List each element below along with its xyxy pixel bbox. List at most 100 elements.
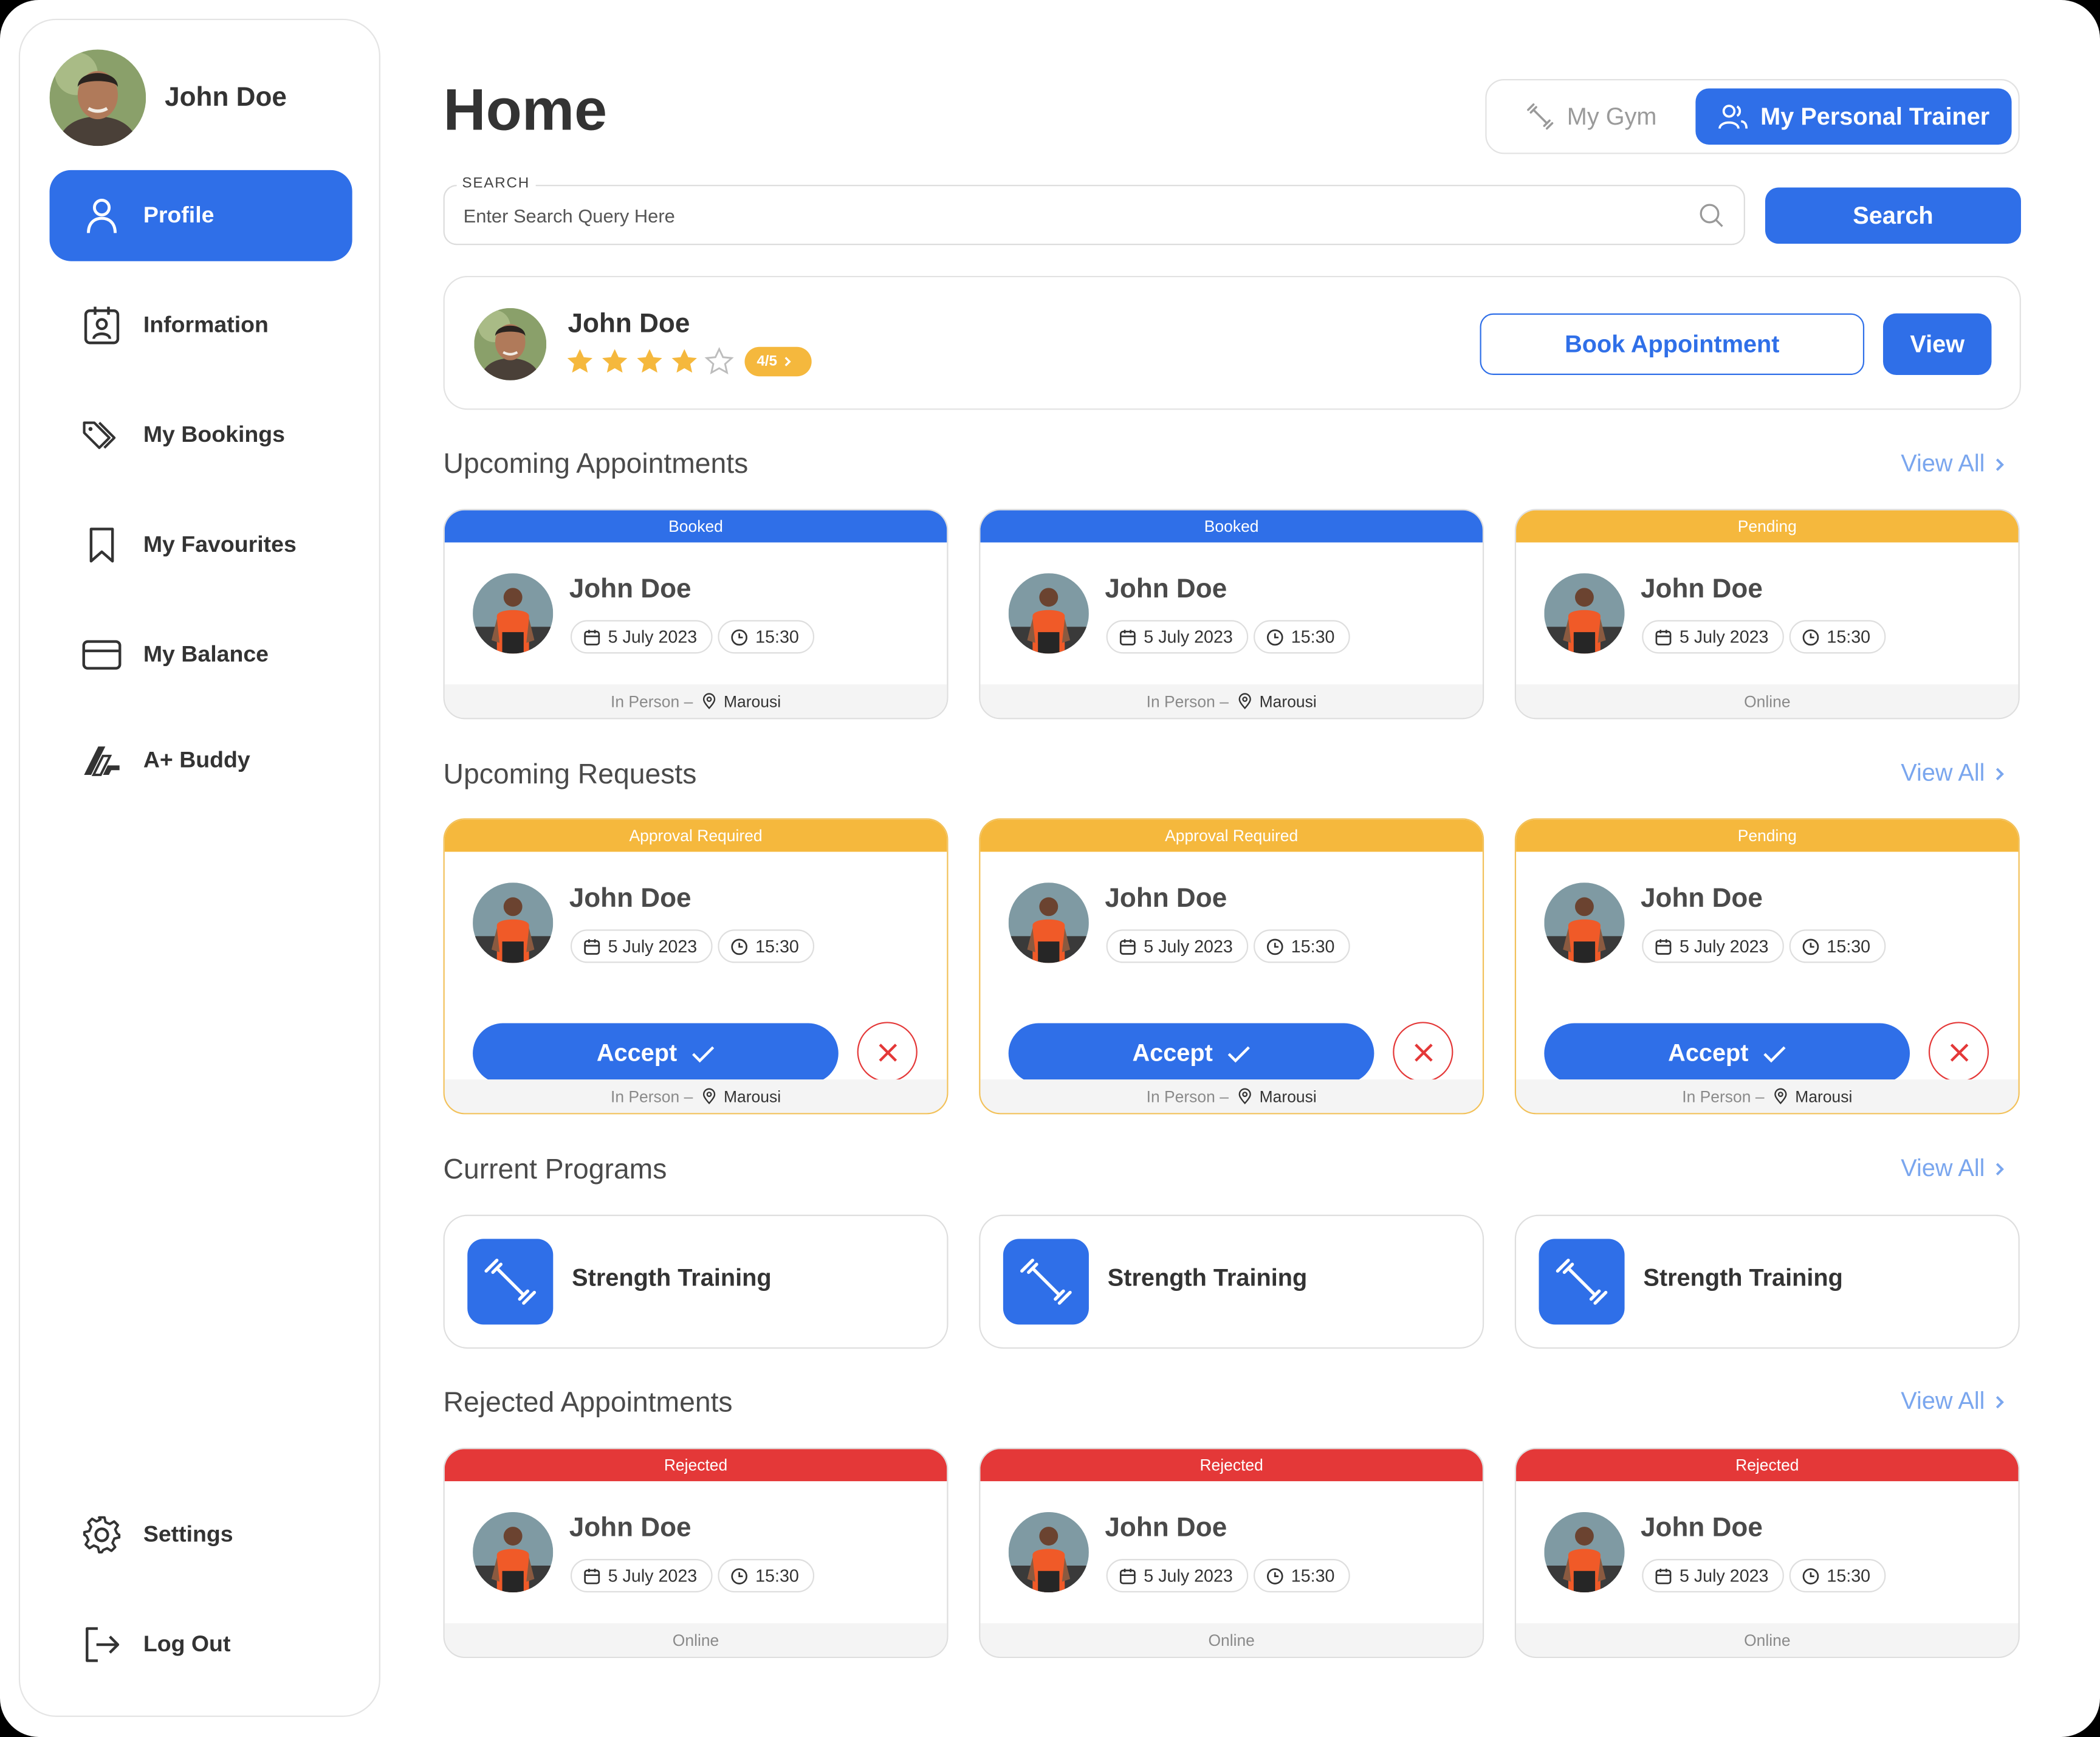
calendar-icon [1654, 937, 1673, 955]
status-badge: Pending [1516, 510, 2019, 543]
calendar-icon [1654, 627, 1673, 646]
user-icon [81, 196, 122, 236]
separator: – [684, 1087, 693, 1106]
location: Marousi [1229, 692, 1317, 710]
separator: – [1755, 1087, 1765, 1106]
location-value: Marousi [1259, 1087, 1317, 1106]
tab-my-gym[interactable]: My Gym [1524, 94, 1656, 139]
calendar-icon [1118, 1566, 1137, 1585]
clock-icon [730, 627, 749, 646]
star-rating: 4/5 [565, 346, 812, 377]
view-all-link[interactable]: View All [1901, 450, 2006, 478]
view-button[interactable]: View [1882, 313, 1992, 376]
time-value: 15:30 [755, 627, 799, 647]
date-chip: 5 July 2023 [1106, 1558, 1248, 1593]
time-value: 15:30 [1291, 936, 1335, 957]
view-all-link[interactable]: View All [1901, 1155, 2006, 1183]
buddy-logo-icon [81, 741, 122, 781]
reject-button[interactable] [1393, 1022, 1453, 1082]
location-pin-icon [1772, 1087, 1790, 1105]
request-card[interactable]: Approval Required John Doe 5 July 2023 1… [443, 818, 949, 1115]
sidebar-user[interactable]: John Doe [50, 50, 287, 146]
client-name: John Doe [1105, 1513, 1227, 1543]
bookmark-icon [81, 525, 122, 565]
rejected-card[interactable]: Rejected John Doe 5 July 2023 15:30 Onli… [443, 1448, 949, 1659]
reject-button[interactable] [1928, 1022, 1989, 1082]
client-avatar [473, 882, 553, 963]
program-card[interactable]: Strength Training [979, 1214, 1484, 1349]
card-footer: Online [980, 1623, 1483, 1657]
search-button[interactable]: Search [1765, 187, 2021, 244]
card-footer: Online [1516, 684, 2019, 718]
accept-label: Accept [596, 1039, 678, 1067]
accept-button[interactable]: Accept [1008, 1023, 1374, 1084]
card-footer: Online [1516, 1623, 2019, 1657]
sidebar-item-label: My Bookings [143, 422, 286, 448]
sidebar-item-label: Profile [143, 202, 214, 228]
mode-label: In Person [610, 692, 680, 711]
sidebar-item-my-favourites[interactable]: My Favourites [50, 500, 352, 591]
appointment-card[interactable]: Booked John Doe 5 July 2023 15:30 In Per… [443, 509, 949, 720]
accept-button[interactable]: Accept [473, 1023, 839, 1084]
chevron-right-icon [785, 357, 792, 366]
search-field [443, 185, 1745, 246]
sidebar-item-settings[interactable]: Settings [50, 1489, 352, 1580]
tab-my-personal-trainer[interactable]: My Personal Trainer [1695, 88, 2012, 145]
card-footer: In Person – Marousi [1516, 1079, 2019, 1113]
star-icon [670, 347, 699, 376]
program-card[interactable]: Strength Training [1514, 1214, 2020, 1349]
separator: – [1220, 692, 1229, 711]
search-input[interactable] [461, 186, 1672, 246]
rating-badge[interactable]: 4/5 [744, 346, 812, 377]
view-all-link[interactable]: View All [1901, 1388, 2006, 1415]
appointment-card[interactable]: Booked John Doe 5 July 2023 15:30 In Per… [979, 509, 1484, 720]
appointment-card[interactable]: Pending John Doe 5 July 2023 15:30 Onlin… [1514, 509, 2020, 720]
tab-label: My Gym [1566, 102, 1657, 129]
location-pin-icon [1237, 692, 1254, 710]
gear-icon [81, 1515, 122, 1555]
rejected-card[interactable]: Rejected John Doe 5 July 2023 15:30 Onli… [1514, 1448, 2020, 1659]
view-all-link[interactable]: View All [1901, 759, 2006, 787]
tags-icon [81, 415, 122, 455]
sidebar-item-profile[interactable]: Profile [49, 170, 352, 261]
rating-value: 4/5 [757, 353, 778, 370]
book-appointment-button[interactable]: Book Appointment [1480, 313, 1865, 376]
view-all-label: View All [1901, 450, 1985, 477]
time-chip: 15:30 [1789, 929, 1886, 963]
sidebar-item-a-plus-buddy[interactable]: A+ Buddy [50, 715, 352, 807]
location: Marousi [1765, 1087, 1853, 1106]
request-card[interactable]: Approval Required John Doe 5 July 2023 1… [979, 818, 1484, 1115]
program-card[interactable]: Strength Training [443, 1214, 949, 1349]
calendar-icon [1118, 627, 1137, 646]
program-label: Strength Training [1643, 1264, 1843, 1292]
check-icon [1763, 1045, 1785, 1062]
date-chip: 5 July 2023 [1642, 620, 1783, 654]
sidebar-item-label: Information [143, 312, 269, 338]
location-value: Marousi [1795, 1087, 1853, 1106]
sidebar-item-information[interactable]: Information [50, 280, 352, 371]
status-badge: Approval Required [980, 819, 1483, 852]
sidebar-item-my-balance[interactable]: My Balance [50, 610, 352, 701]
clock-icon [1802, 1566, 1820, 1585]
sidebar-item-label: Settings [143, 1521, 233, 1547]
rejected-card[interactable]: Rejected John Doe 5 July 2023 15:30 Onli… [979, 1448, 1484, 1659]
logout-icon [81, 1625, 122, 1665]
sidebar-item-my-bookings[interactable]: My Bookings [50, 390, 352, 481]
time-value: 15:30 [1827, 627, 1871, 647]
client-name: John Doe [1641, 1513, 1763, 1543]
reject-button[interactable] [857, 1022, 918, 1082]
card-footer: Online [444, 1623, 947, 1657]
sidebar-item-log-out[interactable]: Log Out [50, 1599, 352, 1690]
location-value: Marousi [724, 692, 781, 711]
check-icon [1227, 1045, 1249, 1062]
search-icon[interactable] [1698, 202, 1725, 236]
card-footer: In Person – Marousi [444, 684, 947, 718]
client-name: John Doe [1105, 574, 1227, 604]
program-label: Strength Training [572, 1264, 772, 1292]
close-icon [878, 1043, 896, 1061]
app-window: John Doe Profile Information My Bookings… [0, 0, 2100, 1737]
accept-button[interactable]: Accept [1544, 1023, 1910, 1084]
client-avatar [1544, 882, 1624, 963]
request-card[interactable]: Pending John Doe 5 July 2023 15:30 Accep… [1514, 818, 2020, 1115]
date-value: 5 July 2023 [608, 936, 698, 957]
